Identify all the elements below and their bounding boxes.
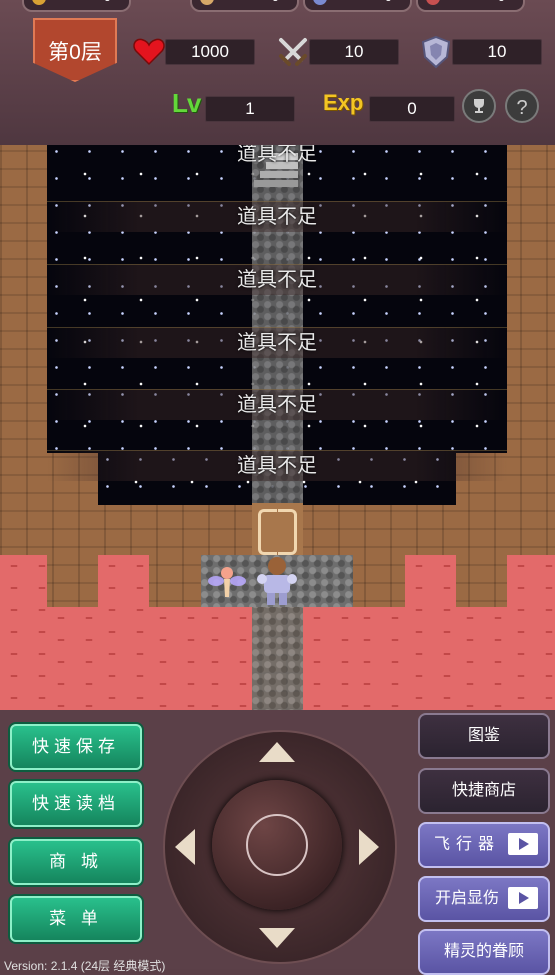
show-damage-label: 开启显伤	[434, 890, 499, 907]
quick-load-button[interactable]: 快速读档	[10, 781, 142, 827]
lava-tile	[456, 607, 507, 710]
heart-icon	[133, 38, 165, 66]
blue-key-counter: 0	[303, 0, 412, 12]
crossed-swords-icon	[279, 38, 307, 66]
door-icon[interactable]	[252, 503, 303, 557]
level-value: 1	[205, 96, 295, 122]
dpad-ring	[246, 814, 308, 876]
lava-tile	[353, 607, 405, 710]
attack-value: 10	[309, 39, 399, 65]
gold-counter: 0	[22, 0, 131, 12]
arrow-up-icon[interactable]	[259, 742, 295, 762]
lava-tile	[0, 555, 47, 710]
shield-icon	[421, 35, 451, 69]
blue-key-icon	[313, 0, 327, 5]
video-ad-icon	[508, 833, 538, 855]
lava-tile	[98, 555, 149, 710]
arrow-left-icon[interactable]	[175, 829, 195, 865]
defense-value: 10	[452, 39, 542, 65]
floor-badge: 第0层	[33, 18, 117, 82]
yellow-key-icon	[200, 0, 214, 5]
fly-button[interactable]: 飞行器	[418, 822, 550, 868]
coin-icon	[32, 0, 46, 5]
quick-shop-button[interactable]: 快捷商店	[418, 768, 550, 814]
message-line: 道具不足	[47, 201, 507, 232]
fly-label: 飞行器	[433, 836, 500, 853]
game-map[interactable]: 道具不足 道具不足 道具不足 道具不足 道具不足 道具不足	[0, 145, 555, 710]
help-button[interactable]: ?	[505, 89, 539, 123]
help-icon: ?	[516, 97, 528, 119]
message-line: 道具不足	[47, 389, 507, 420]
hero-icon[interactable]	[252, 555, 302, 607]
red-key-icon	[426, 0, 440, 5]
message-line: 道具不足	[47, 327, 507, 358]
show-damage-button[interactable]: 开启显伤	[418, 876, 550, 922]
shop-button[interactable]: 商 城	[10, 839, 142, 885]
quick-save-button[interactable]: 快速保存	[10, 724, 142, 770]
red-key-counter: 0	[416, 0, 525, 12]
lava-tile	[201, 607, 252, 710]
arrow-down-icon[interactable]	[259, 928, 295, 948]
floor-label: 第0层	[48, 41, 102, 64]
version-label: Version: 2.1.4 (24层 经典模式)	[4, 959, 166, 973]
level-label: Lv	[172, 88, 201, 118]
message-line: 道具不足	[47, 450, 507, 481]
status-hud: 0 0 0 0 第0层 1000 10 10 Lv 1 Exp 0	[0, 0, 555, 145]
lava-tile	[405, 555, 456, 710]
lava-tile	[507, 555, 555, 710]
fairy-icon[interactable]	[207, 563, 247, 605]
menu-button[interactable]: 菜 单	[10, 896, 142, 942]
yellow-key-counter: 0	[190, 0, 299, 12]
arrow-right-icon[interactable]	[359, 829, 379, 865]
video-ad-icon	[508, 887, 538, 909]
hp-value: 1000	[165, 39, 255, 65]
lava-tile	[47, 607, 98, 710]
exp-value: 0	[369, 96, 455, 122]
message-line: 道具不足	[47, 264, 507, 295]
lava-tile	[303, 607, 353, 710]
exp-label: Exp	[323, 90, 364, 115]
bestiary-button[interactable]: 图鉴	[418, 713, 550, 759]
message-line: 道具不足	[237, 145, 317, 165]
trophy-button[interactable]	[462, 89, 496, 123]
lava-tile	[149, 607, 201, 710]
trophy-icon	[474, 99, 484, 113]
spirit-blessing-button[interactable]: 精灵的眷顾	[418, 929, 550, 975]
